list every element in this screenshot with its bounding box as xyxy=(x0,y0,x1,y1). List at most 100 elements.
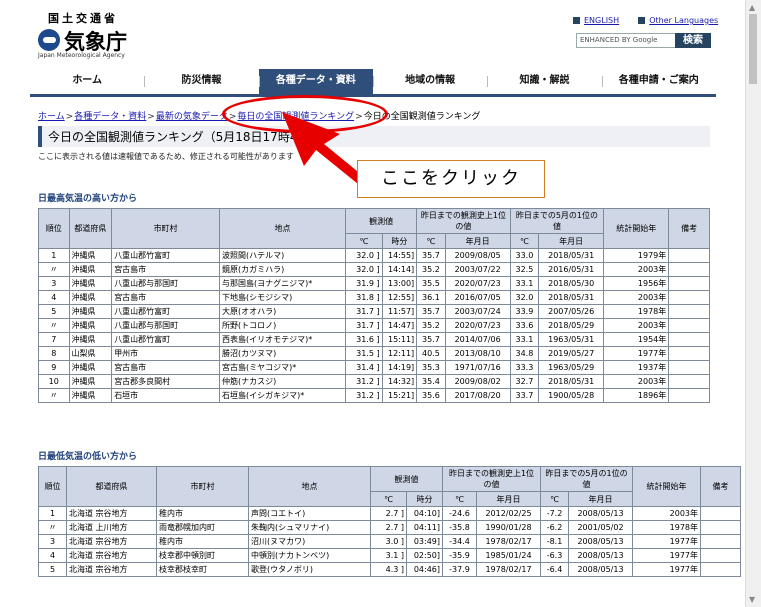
start-year-cell: 1979年 xyxy=(603,248,670,263)
language-links: ENGLISH Other Languages xyxy=(573,16,718,25)
may-date-cell: 2018/05/31 xyxy=(538,290,605,305)
high-temp-table: 順位 都道府県 市町村 地点 観測値 昨日までの観測史上1位の値 昨日までの5月… xyxy=(38,208,710,403)
pref-cell: 沖縄県 xyxy=(68,360,113,375)
may-value-cell: 33.6 xyxy=(509,318,540,333)
obs-value-cell: 31.4 ] xyxy=(345,360,383,375)
may-date-cell: 2018/05/31 xyxy=(538,374,605,389)
obs-time-cell: 03:49] xyxy=(406,534,443,549)
col-may: 昨日までの5月の1位の値 xyxy=(509,208,605,234)
may-date-cell: 2018/05/30 xyxy=(538,276,605,291)
may-date-cell: 1963/05/31 xyxy=(538,332,605,347)
nav-home[interactable]: ホーム xyxy=(30,69,144,94)
col-remarks: 備考 xyxy=(700,466,741,507)
breadcrumb-latest-weather[interactable]: 最新の気象データ xyxy=(156,112,228,122)
remarks-cell xyxy=(668,262,710,277)
remarks-cell xyxy=(668,374,710,389)
obs-time-cell: 04:46] xyxy=(406,562,443,577)
may-date-cell: 2018/05/29 xyxy=(538,318,605,333)
nav-knowledge[interactable]: 知識・解説 xyxy=(487,69,601,94)
obs-value-cell: 31.6 ] xyxy=(345,332,383,347)
nav-disaster-info[interactable]: 防災情報 xyxy=(144,69,258,94)
table-row: 〃沖縄県 八重山郡与那国町 所野(トコロノ) 31.7 ] 14:47] 35.2 2020… xyxy=(38,318,710,333)
scroll-thumb[interactable] xyxy=(749,14,757,84)
station-cell: 仲筋(ナカスジ) xyxy=(218,374,347,389)
hist-date-cell: 1985/01/24 xyxy=(476,548,541,563)
rank-cell: 7 xyxy=(38,332,70,347)
obs-value-cell: 3.0 ] xyxy=(370,534,407,549)
hist-date-cell: 2003/07/24 xyxy=(444,304,511,319)
remarks-cell xyxy=(700,562,741,577)
col-hist: 昨日までの観測史上1位の値 xyxy=(442,466,541,492)
city-cell: 八重山郡与那国町 xyxy=(111,276,220,291)
col-may-deg: ℃ xyxy=(540,491,569,507)
city-cell: 甲州市 xyxy=(111,346,220,361)
remarks-cell xyxy=(668,388,710,403)
hist-value-cell: 40.5 xyxy=(416,346,446,361)
hist-value-cell: 35.2 xyxy=(416,318,446,333)
city-cell: 雨竜郡幌加内町 xyxy=(156,520,249,535)
nav-data[interactable]: 各種データ・資料 xyxy=(258,69,373,94)
scroll-down-icon[interactable]: ▼ xyxy=(749,595,755,604)
scroll-up-icon[interactable]: ▲ xyxy=(749,3,755,12)
vertical-scrollbar[interactable]: ▲ ▼ xyxy=(745,0,761,607)
hist-date-cell: 2013/08/10 xyxy=(444,346,511,361)
hist-value-cell: 35.4 xyxy=(416,374,446,389)
table-row: 8 山梨県 甲州市 勝沼(カツヌマ) 31.5 ] 12:11] 40.5 2013/08/1… xyxy=(38,346,710,361)
rank-cell: 3 xyxy=(38,534,67,549)
station-cell: 石垣島(イシガキジマ)* xyxy=(218,388,347,403)
breadcrumb-home[interactable]: ホーム xyxy=(38,112,65,122)
hist-value-cell: 35.3 xyxy=(416,360,446,375)
city-cell: 石垣市 xyxy=(111,388,220,403)
remarks-cell xyxy=(668,360,710,375)
page-title-bar: 今日の全国観測値ランキング（5月18日17時40分 xyxy=(38,126,710,147)
other-languages-link[interactable]: Other Languages xyxy=(649,16,718,25)
hist-value-cell: 35.6 xyxy=(416,388,446,403)
col-obs-deg: ℃ xyxy=(345,233,383,249)
obs-value-cell: 31.2 ] xyxy=(345,374,383,389)
table-row: 7 沖縄県 八重山郡竹富町 西表島(イリオモテジマ)* 31.6 ] 15:11] 35.7… xyxy=(38,332,710,347)
start-year-cell: 2003年 xyxy=(603,374,670,389)
station-cell: 下地島(シモジシマ) xyxy=(218,290,347,305)
station-cell: 波照間(ハテルマ) xyxy=(218,248,347,263)
start-year-cell: 2003年 xyxy=(603,290,670,305)
obs-value-cell: 32.0 ] xyxy=(345,262,383,277)
pref-cell: 北海道 宗谷地方 xyxy=(66,506,157,521)
col-start-year: 統計開始年 xyxy=(603,208,670,249)
search-button[interactable]: 検索 xyxy=(675,33,711,48)
station-cell: 与那国島(ヨナグニジマ)* xyxy=(218,276,347,291)
pref-cell: 沖縄県 xyxy=(68,388,113,403)
low-temp-section-title: 日最低気温の低い方から xyxy=(38,452,138,462)
nav-regional-info[interactable]: 地域の情報 xyxy=(372,69,487,94)
start-year-cell: 1978年 xyxy=(603,304,670,319)
rank-cell: 1 xyxy=(38,248,70,263)
remarks-cell xyxy=(700,548,741,563)
table-row: 1 北海道 宗谷地方 稚内市 声問(コエトイ) 2.7 ] 04:10] -24.6 2012… xyxy=(38,506,741,521)
obs-value-cell: 3.1 ] xyxy=(370,548,407,563)
pref-cell: 北海道 宗谷地方 xyxy=(66,534,157,549)
city-cell: 宮古島市 xyxy=(111,290,220,305)
nav-applications[interactable]: 各種申請・ご案内 xyxy=(601,69,716,94)
hist-value-cell: 35.7 xyxy=(416,248,446,263)
pref-cell: 北海道 上川地方 xyxy=(66,520,157,535)
col-hist-date: 年月日 xyxy=(444,233,511,249)
col-hist: 昨日までの観測史上1位の値 xyxy=(416,208,511,234)
col-rank: 順位 xyxy=(38,466,67,507)
may-value-cell: 32.7 xyxy=(509,374,540,389)
hist-date-cell: 2009/08/02 xyxy=(444,374,511,389)
start-year-cell: 1956年 xyxy=(603,276,670,291)
hist-value-cell: 35.7 xyxy=(416,304,446,319)
table-row: 5 沖縄県 八重山郡竹富町 大原(オオハラ) 31.7 ] 11:57] 35.7 2003/… xyxy=(38,304,710,319)
start-year-cell: 1937年 xyxy=(603,360,670,375)
remarks-cell xyxy=(700,520,741,535)
city-cell: 宮古島市 xyxy=(111,360,220,375)
hist-date-cell: 1990/01/28 xyxy=(476,520,541,535)
remarks-cell xyxy=(668,318,710,333)
breadcrumb-data[interactable]: 各種データ・資料 xyxy=(74,112,146,122)
jma-logo[interactable]: 国土交通省 気象庁 Japan Meteorological Agency xyxy=(38,10,127,59)
pref-cell: 沖縄県 xyxy=(68,276,113,291)
search-input[interactable]: ENHANCED BY Google xyxy=(576,33,677,48)
col-hist-deg: ℃ xyxy=(442,491,477,507)
hist-date-cell: 1978/02/17 xyxy=(476,562,541,577)
english-link[interactable]: ENGLISH xyxy=(584,16,619,25)
hist-value-cell: 36.1 xyxy=(416,290,446,305)
